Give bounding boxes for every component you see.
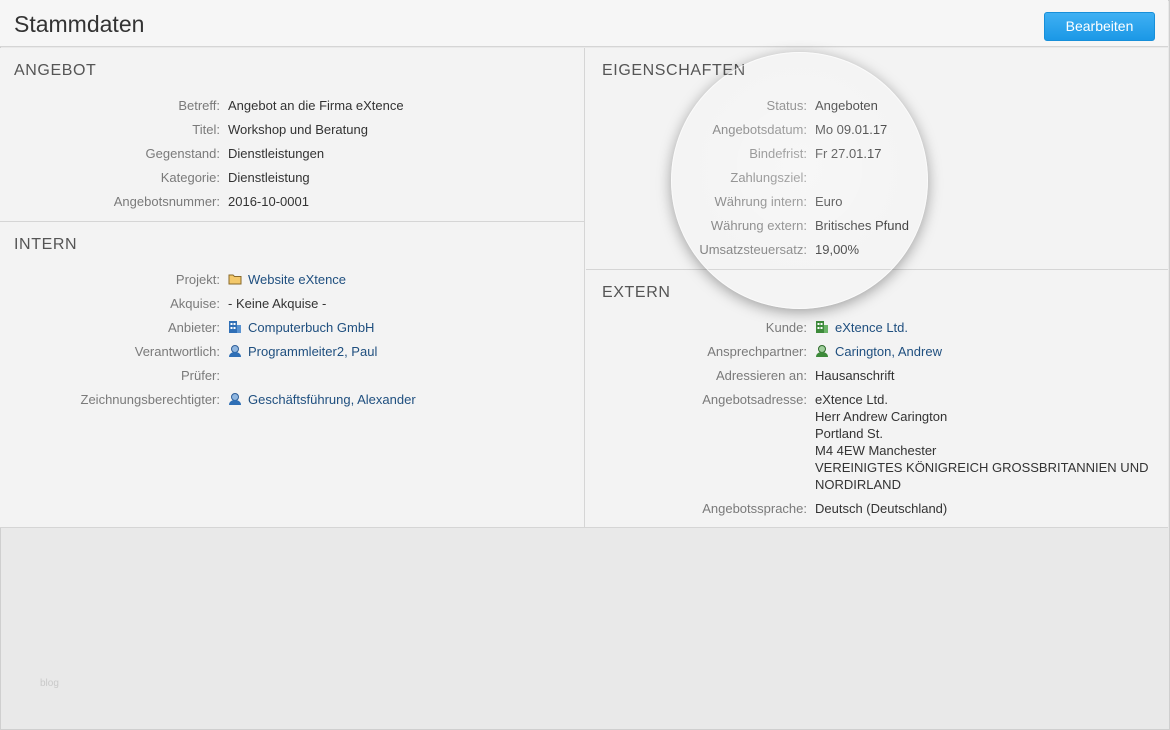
field-row: Ansprechpartner: Carington, Andrew (586, 343, 1168, 367)
field-row: Zeichnungsberechtigter: Geschäftsführung… (0, 391, 584, 415)
provider-link-text[interactable]: Computerbuch GmbH (248, 320, 374, 335)
field-value: 19,00% (815, 242, 860, 257)
person-icon (229, 393, 241, 405)
field-row: Status: Angeboten (586, 97, 1168, 121)
field-row: Zahlungsziel: (586, 169, 1168, 193)
field-row: Währung intern: Euro (586, 193, 1168, 217)
field-row: Angebotsadresse: eXtence Ltd. Herr Andre… (586, 391, 1168, 493)
field-value: Deutsch (Deutschland) (815, 501, 948, 516)
contact-person-icon (816, 345, 828, 357)
field-label: Kategorie: (160, 170, 220, 185)
field-label: Prüfer: (180, 368, 220, 383)
field-label: Währung intern: (714, 194, 808, 209)
field-label: Verantwortlich: (134, 344, 220, 359)
address-line: eXtence Ltd. (815, 392, 888, 407)
section-angebot: ANGEBOT Betreff: Angebot an die Firma eX… (0, 48, 584, 221)
field-value: Hausanschrift (815, 368, 895, 383)
watermark-text: blog (40, 678, 59, 689)
customer-link[interactable]: eXtence Ltd. (815, 319, 908, 336)
field-value: - Keine Akquise - (228, 296, 327, 311)
address-line: NORDIRLAND (815, 477, 901, 492)
field-value: Workshop und Beratung (228, 122, 368, 137)
field-label: Zeichnungsberechtigter: (80, 392, 220, 407)
section-title-intern: INTERN (14, 236, 78, 253)
column-divider (584, 48, 585, 528)
field-label: Kunde: (765, 320, 807, 335)
field-label: Projekt: (175, 272, 220, 287)
field-label: Status: (766, 98, 807, 113)
section-title-angebot: ANGEBOT (14, 62, 97, 79)
field-row: Prüfer: (0, 367, 584, 391)
field-row: Titel: Workshop und Beratung (0, 121, 584, 145)
responsible-link-text[interactable]: Programmleiter2, Paul (248, 344, 377, 359)
field-label: Angebotsnummer: (113, 194, 220, 209)
field-value: Mo 09.01.17 (815, 122, 888, 137)
field-label: Angebotssprache: (702, 501, 807, 516)
customer-link-text[interactable]: eXtence Ltd. (835, 320, 908, 335)
field-row: Gegenstand: Dienstleistungen (0, 145, 584, 169)
field-label: Anbieter: (167, 320, 220, 335)
field-row: Angebotsdatum: Mo 09.01.17 (586, 121, 1168, 145)
field-row: Betreff: Angebot an die Firma eXtence (0, 97, 584, 121)
field-value: Dienstleistung (228, 170, 310, 185)
field-row: Adressieren an: Hausanschrift (586, 367, 1168, 391)
section-extern: EXTERN Kunde: eXtence Ltd. Ansprechpartn… (586, 270, 1168, 528)
section-title-eigenschaften: EIGENSCHAFTEN (602, 62, 746, 79)
field-value: Fr 27.01.17 (815, 146, 882, 161)
field-value: 2016-10-0001 (228, 194, 309, 209)
field-row: Verantwortlich: Programmleiter2, Paul (0, 343, 584, 367)
page-title: Stammdaten (14, 11, 145, 37)
field-value: Angeboten (815, 98, 878, 113)
field-row: Bindefrist: Fr 27.01.17 (586, 145, 1168, 169)
field-value: Euro (815, 194, 843, 209)
field-label: Umsatzsteuersatz: (699, 242, 807, 257)
field-label: Adressieren an: (715, 368, 807, 383)
signatory-link-text[interactable]: Geschäftsführung, Alexander (248, 392, 416, 407)
section-intern: INTERN Projekt: Website eXtence Akquise:… (0, 222, 584, 528)
field-value: Angebot an die Firma eXtence (228, 98, 404, 113)
company-icon (229, 321, 241, 333)
field-value: Dienstleistungen (228, 146, 325, 161)
customer-company-icon (816, 321, 828, 333)
field-label: Angebotsadresse: (702, 392, 807, 407)
field-label: Ansprechpartner: (707, 344, 807, 359)
field-row: Projekt: Website eXtence (0, 271, 584, 295)
project-link[interactable]: Website eXtence (228, 271, 346, 288)
folder-icon (228, 274, 242, 285)
section-eigenschaften: EIGENSCHAFTEN Status: Angeboten Angebots… (586, 48, 1168, 269)
field-label: Bindefrist: (749, 146, 807, 161)
address-line: Herr Andrew Carington (815, 409, 948, 424)
field-label: Gegenstand: (145, 146, 220, 161)
field-row: Umsatzsteuersatz: 19,00% (586, 241, 1168, 265)
field-label: Titel: (192, 122, 220, 137)
field-label: Zahlungsziel: (730, 170, 807, 185)
field-row: Kunde: eXtence Ltd. (586, 319, 1168, 343)
responsible-link[interactable]: Programmleiter2, Paul (228, 343, 377, 360)
project-link-text[interactable]: Website eXtence (248, 272, 346, 287)
contact-link[interactable]: Carington, Andrew (815, 343, 942, 360)
address-line: VEREINIGTES KÖNIGREICH GROSSBRITANNIEN U… (815, 460, 1149, 475)
person-icon (229, 345, 241, 357)
contact-link-text[interactable]: Carington, Andrew (835, 344, 942, 359)
section-title-extern: EXTERN (602, 284, 671, 301)
signatory-link[interactable]: Geschäftsführung, Alexander (228, 391, 416, 408)
field-label: Akquise: (170, 296, 220, 311)
field-row: Akquise: - Keine Akquise - (0, 295, 584, 319)
field-label: Angebotsdatum: (712, 122, 807, 137)
field-row: Währung extern: Britisches Pfund (586, 217, 1168, 241)
field-label: Währung extern: (710, 218, 807, 233)
field-row: Anbieter: Computerbuch GmbH (0, 319, 584, 343)
provider-link[interactable]: Computerbuch GmbH (228, 319, 374, 336)
address-line: Portland St. (815, 426, 883, 441)
edit-button[interactable]: Bearbeiten (1044, 12, 1155, 41)
field-row: Angebotsnummer: 2016-10-0001 (0, 193, 584, 217)
page-header: Stammdaten Bearbeiten (0, 0, 1168, 47)
field-row: Kategorie: Dienstleistung (0, 169, 584, 193)
address-block: eXtence Ltd. Herr Andrew Carington Portl… (815, 391, 1155, 493)
field-row: Angebotssprache: Deutsch (Deutschland) (586, 500, 1168, 524)
address-line: M4 4EW Manchester (815, 443, 937, 458)
field-value: Britisches Pfund (815, 218, 909, 233)
field-label: Betreff: (178, 98, 220, 113)
